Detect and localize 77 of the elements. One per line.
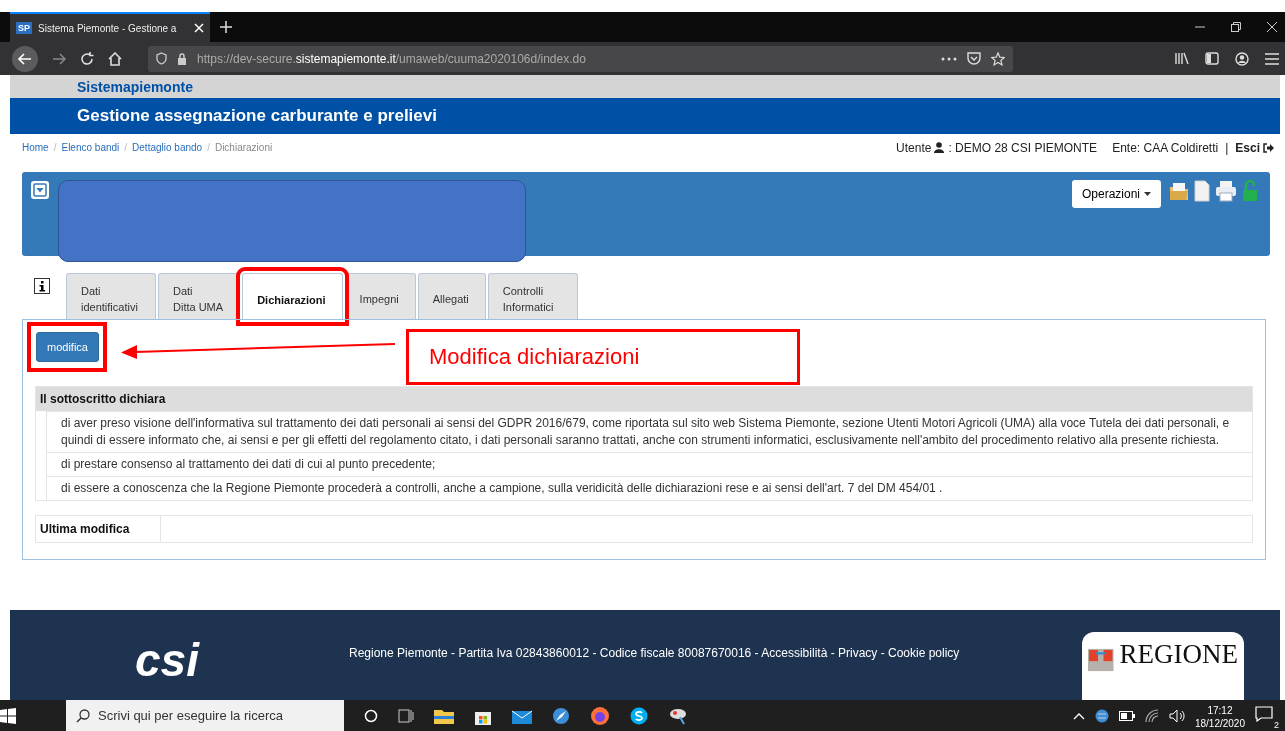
declaration-text: di aver preso visione dell'informativa sul trattamento dei dati personali ai sensi del GDPR 2016/679, come riportata sul sito web Sistema Piemonte, sezione Utenti Motori Agricoli (UMA) alla voce Tutela dei dati personali, e quindi di essere informato che, ai sensi e per gli effetti del regolamento citato, i dati personali saranno trattati, anche con strumenti informatici, esclusivamente nell'ambito del procedimento relativo alla presente richiesta. xyxy=(46,411,1252,453)
dropdown-toggle-icon[interactable] xyxy=(30,180,50,201)
modifica-button[interactable]: modifica xyxy=(36,332,99,363)
tab[interactable]: Controlli Informatici xyxy=(487,273,578,320)
document-icon[interactable] xyxy=(1194,180,1210,203)
user-name: : DEMO 28 CSI PIEMONTE xyxy=(948,140,1098,155)
favicon: SP xyxy=(16,22,32,34)
breadcrumb-item[interactable]: Dettaglio bando xyxy=(132,142,203,154)
speaker-icon[interactable] xyxy=(1168,708,1185,723)
breadcrumb-item: Dichiarazioni xyxy=(214,142,273,154)
clock-date[interactable]: 18/12/2020 xyxy=(1194,717,1245,730)
reload-icon[interactable] xyxy=(80,51,94,66)
star-icon[interactable] xyxy=(991,51,1005,66)
more-icon[interactable] xyxy=(941,56,957,61)
search-placeholder: Scrivi qui per eseguire la ricerca xyxy=(98,708,283,723)
address-bar[interactable]: https://dev-secure.sistemapiemonte.it/umaweb/cuuma2020106d/index.do xyxy=(148,45,1013,72)
cortana-icon[interactable] xyxy=(364,708,378,723)
tab-title: Sistema Piemonte - Gestione a xyxy=(38,22,178,34)
info-icon[interactable] xyxy=(34,278,50,295)
forward-icon[interactable] xyxy=(52,52,66,65)
library-icon[interactable] xyxy=(1175,52,1189,65)
home-icon[interactable] xyxy=(108,51,122,66)
region-logo-text: REGIONE xyxy=(1119,640,1238,671)
skype-icon[interactable] xyxy=(630,706,648,725)
tab[interactable]: Allegati xyxy=(417,273,486,320)
tab[interactable]: Dati identificativi xyxy=(66,273,156,320)
restore-icon[interactable] xyxy=(1231,22,1241,32)
account-icon[interactable] xyxy=(1235,51,1249,66)
breadcrumb-separator: / xyxy=(123,142,129,154)
windows-start-icon[interactable] xyxy=(0,707,16,724)
printer-icon[interactable] xyxy=(1215,180,1237,203)
declaration-text: di prestare consenso al trattamento dei dati di cui al punto precedente; xyxy=(46,452,1252,477)
breadcrumb-separator: / xyxy=(206,142,211,154)
battery-icon[interactable] xyxy=(1118,710,1135,721)
taskbar-search-field[interactable]: Scrivi qui per eseguire la ricerca xyxy=(66,700,344,731)
notification-count: 2 xyxy=(1274,719,1279,730)
close-icon[interactable] xyxy=(1267,22,1277,32)
menu-icon[interactable] xyxy=(1265,52,1279,65)
firefox-icon[interactable] xyxy=(590,705,610,726)
brand-name: Sistemapiemonte xyxy=(77,78,193,95)
clock-time[interactable]: 17:12 xyxy=(1194,704,1245,717)
breadcrumb-item[interactable]: Home xyxy=(22,142,49,154)
operations-button[interactable]: Operazioni xyxy=(1071,180,1161,209)
url-text: https://dev-secure.sistemapiemonte.it/umaweb/cuuma2020106d/index.do xyxy=(197,51,587,66)
lock-icon xyxy=(177,52,187,65)
plus-icon[interactable] xyxy=(220,21,232,33)
table-heading: Il sottoscritto dichiara xyxy=(36,387,1252,412)
breadcrumb-item[interactable]: Elenco bandi xyxy=(61,142,120,154)
chevron-up-icon[interactable] xyxy=(1072,711,1085,720)
csi-logo: csi xyxy=(135,640,201,680)
declaration-text: di essere a conoscenza che la Regione Piemonte procederà a controlli, anche a campione, sulla veridicità delle dichiarazioni rese e ai sensi dell'art. 7 del DM 454/01 . xyxy=(46,476,1252,501)
separator: | xyxy=(1225,140,1229,155)
arrow-left-icon xyxy=(18,52,32,65)
logout-icon[interactable] xyxy=(1263,142,1274,153)
ente-label: Ente: CAA Coldiretti xyxy=(1112,140,1219,155)
last-modified-label: Ultima modifica xyxy=(36,516,161,543)
back-button[interactable] xyxy=(12,45,38,72)
app-title: Gestione assegnazione carburante e prelievi xyxy=(77,105,437,126)
breadcrumb-separator: / xyxy=(52,142,58,154)
notifications-icon[interactable] xyxy=(1255,705,1273,722)
shield-icon xyxy=(156,52,167,65)
callout-text: Modifica dichiarazioni xyxy=(429,344,640,371)
globe-icon[interactable] xyxy=(1094,708,1109,723)
pocket-icon[interactable] xyxy=(967,52,981,65)
logout-link[interactable]: Esci xyxy=(1235,140,1260,155)
caret-icon xyxy=(1144,192,1151,197)
user-icon xyxy=(934,142,946,154)
sidebar-icon[interactable] xyxy=(1205,52,1219,65)
wifi-icon[interactable] xyxy=(1144,708,1159,723)
search-icon xyxy=(76,708,90,723)
app-icon[interactable] xyxy=(668,706,688,725)
user-label: Utente xyxy=(896,140,932,155)
compass-icon[interactable] xyxy=(552,706,570,725)
task-view-icon[interactable] xyxy=(398,708,414,723)
folder-icon[interactable] xyxy=(434,707,454,724)
footer-text: Regione Piemonte - Partita Iva 02843860012 - Codice fiscale 80087670016 - Accessibilità - Privacy - Cookie policy xyxy=(349,646,960,660)
browser-tab[interactable]: SP Sistema Piemonte - Gestione a xyxy=(10,12,210,42)
